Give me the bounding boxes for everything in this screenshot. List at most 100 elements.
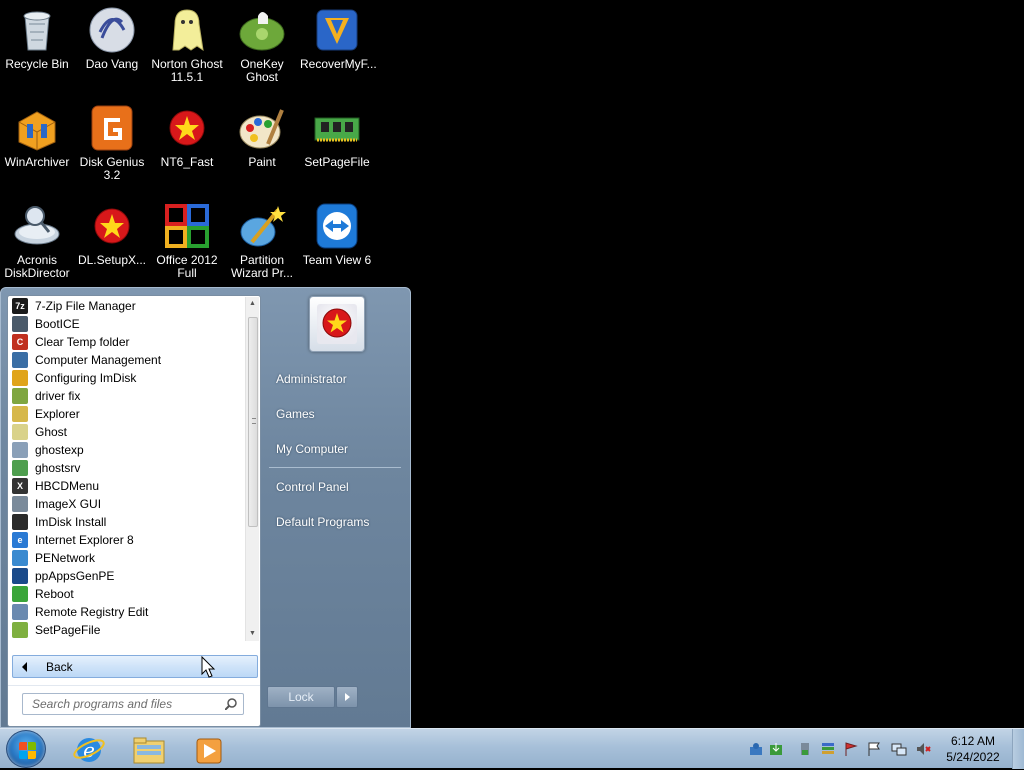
right-item-control-panel[interactable]: Control Panel [276, 480, 349, 494]
scroll-up-arrow-icon[interactable]: ▲ [246, 297, 259, 311]
dao-vang-icon [88, 6, 136, 54]
start-button[interactable] [6, 730, 46, 768]
program-item[interactable]: ghostsrv [8, 459, 248, 477]
scroll-down-arrow-icon[interactable]: ▼ [246, 627, 259, 641]
divider [8, 685, 260, 686]
desktop-icon-paint[interactable]: Paint [225, 98, 299, 169]
program-label: PENetwork [35, 551, 96, 565]
program-item[interactable]: ImDisk Install [8, 513, 248, 531]
programs-pane: 7z 7-Zip File Manager BootICE C Clear Temp f… [7, 295, 261, 727]
lock-button[interactable]: Lock [267, 686, 335, 708]
desktop-icon-dl-setupx[interactable]: DL.SetupX... [75, 196, 149, 267]
program-label: BootICE [35, 317, 80, 331]
program-item[interactable]: PENetwork [8, 549, 248, 567]
desktop-icon-label: OneKey Ghost [240, 57, 284, 84]
desktop-icon-norton-ghost[interactable]: Norton Ghost 11.5.1 [150, 0, 224, 84]
desktop-icon-label: Norton Ghost 11.5.1 [151, 57, 223, 84]
taskbar-file-explorer[interactable] [122, 731, 176, 767]
taskbar-media-player[interactable] [182, 731, 236, 767]
program-label: ppAppsGenPE [35, 569, 115, 583]
desktop-icon-label: DL.SetupX... [77, 253, 147, 267]
program-item[interactable]: Computer Management [8, 351, 248, 369]
action-center-flag-icon[interactable] [866, 741, 882, 757]
network-share-icon[interactable] [748, 741, 764, 757]
program-icon [12, 388, 28, 404]
windows-logo-icon [19, 742, 27, 750]
disk-director-icon [13, 202, 61, 250]
program-item[interactable]: C Clear Temp folder [8, 333, 248, 351]
memory-card-icon [313, 104, 361, 152]
program-item[interactable]: Reboot [8, 585, 248, 603]
power-options-arrow-button[interactable] [336, 686, 358, 708]
right-item-my-computer[interactable]: My Computer [276, 442, 348, 456]
user-picture[interactable] [309, 296, 365, 352]
desktop-icon-label: Paint [248, 155, 276, 169]
program-icon [12, 496, 28, 512]
desktop-icon-dao-vang[interactable]: Dao Vang [75, 0, 149, 71]
program-icon: 7z [12, 298, 28, 314]
desktop-icon-label: Disk Genius 3.2 [79, 155, 145, 182]
desktop-icon-recovermyfiles[interactable]: RecoverMyF... [300, 0, 377, 71]
desktop-icon-label: Acronis DiskDirector [4, 253, 70, 280]
program-item[interactable]: Remote Registry Edit [8, 603, 248, 621]
desktop-icon-onekey-ghost[interactable]: OneKey Ghost [225, 0, 299, 84]
program-item[interactable]: ppAppsGenPE [8, 567, 248, 585]
back-button[interactable]: Back [12, 655, 258, 678]
desktop-icon-label: Office 2012 Full [156, 253, 218, 280]
desktop-icon-nt6-fast[interactable]: NT6_Fast [150, 98, 224, 169]
program-item[interactable]: Ghost [8, 423, 248, 441]
program-item[interactable]: 7z 7-Zip File Manager [8, 297, 248, 315]
usb-icon[interactable] [797, 741, 813, 757]
file-explorer-icon [133, 737, 165, 764]
right-item-administrator[interactable]: Administrator [276, 372, 347, 386]
program-label: Remote Registry Edit [35, 605, 149, 619]
star-icon [88, 202, 136, 250]
disk-genius-icon [88, 104, 136, 152]
program-item[interactable]: BootICE [8, 315, 248, 333]
teamviewer-icon [313, 202, 361, 250]
clock[interactable]: 6:12 AM 5/24/2022 [940, 733, 1006, 765]
program-item[interactable]: e Internet Explorer 8 [8, 531, 248, 549]
desktop-icon-acronis[interactable]: Acronis DiskDirector [0, 196, 74, 280]
network-icon[interactable] [891, 741, 907, 757]
desktop-icon-label: SetPageFile [304, 155, 370, 169]
search-input[interactable]: Search programs and files [22, 693, 244, 715]
back-label: Back [46, 659, 73, 674]
taskbar-internet-explorer[interactable]: e [62, 731, 116, 767]
program-item[interactable]: Configuring ImDisk [8, 369, 248, 387]
volume-muted-icon[interactable] [915, 741, 931, 757]
desktop-icon-label: Dao Vang [85, 57, 139, 71]
star-icon [322, 308, 352, 338]
program-icon [12, 460, 28, 476]
program-label: Reboot [35, 587, 74, 601]
program-item[interactable]: SetPageFile [8, 621, 248, 639]
show-desktop-button[interactable] [1012, 729, 1024, 769]
program-item[interactable]: ghostexp [8, 441, 248, 459]
ghost-icon [163, 6, 211, 54]
program-item[interactable]: X HBCDMenu [8, 477, 248, 495]
desktop-icon-recycle-bin[interactable]: Recycle Bin [0, 0, 74, 71]
program-label: driver fix [35, 389, 81, 403]
download-icon[interactable] [768, 741, 784, 757]
desktop-icon-teamviewer[interactable]: Team View 6 [300, 196, 374, 267]
program-item[interactable]: driver fix [8, 387, 248, 405]
divider [269, 467, 401, 468]
program-item[interactable]: Explorer [8, 405, 248, 423]
desktop-icon-disk-genius[interactable]: Disk Genius 3.2 [75, 98, 149, 182]
desktop-icon-winarchiver[interactable]: WinArchiver [0, 98, 74, 169]
internet-explorer-icon: e [73, 738, 105, 762]
program-label: Configuring ImDisk [35, 371, 137, 385]
flag-red-icon[interactable] [843, 741, 859, 757]
stack-icon[interactable] [820, 741, 836, 757]
program-item[interactable]: ImageX GUI [8, 495, 248, 513]
desktop-icon-partition-wizard[interactable]: Partition Wizard Pr... [225, 196, 299, 280]
program-icon [12, 586, 28, 602]
program-label: HBCDMenu [35, 479, 100, 493]
program-icon [12, 406, 28, 422]
program-list-scrollbar[interactable]: ▲ ▼ [245, 297, 259, 641]
right-item-games[interactable]: Games [276, 407, 315, 421]
desktop-icon-office-2012[interactable]: Office 2012 Full [150, 196, 224, 280]
scrollbar-thumb[interactable] [248, 317, 258, 527]
right-item-default-programs[interactable]: Default Programs [276, 515, 369, 529]
desktop-icon-setpagefile[interactable]: SetPageFile [300, 98, 374, 169]
